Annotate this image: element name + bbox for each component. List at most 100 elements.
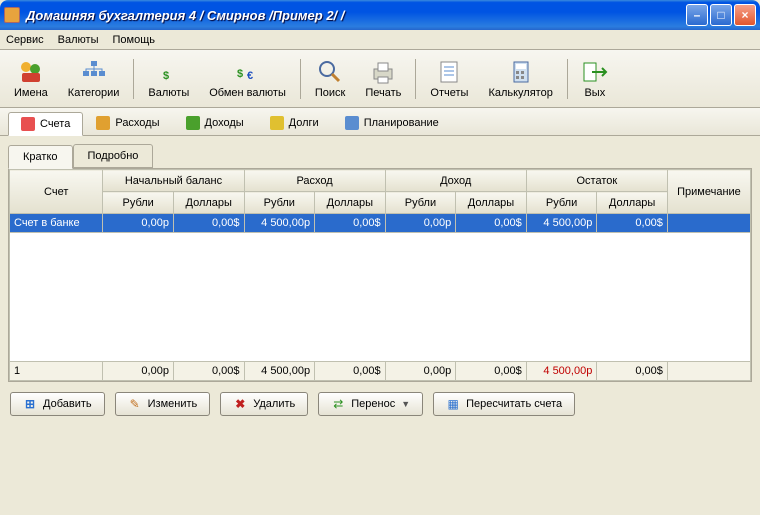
button-bar: ⊞ Добавить ✎ Изменить ✖ Удалить ⇄ Перено…: [8, 382, 752, 418]
transfer-button[interactable]: ⇄ Перенос ▼: [318, 392, 423, 416]
toolbar-reports[interactable]: Отчеты: [420, 55, 478, 103]
edit-button[interactable]: ✎ Изменить: [115, 392, 211, 416]
total-exp-usd: 0,00$: [315, 362, 386, 381]
maximize-button[interactable]: □: [710, 4, 732, 26]
toolbar-categories[interactable]: Категории: [58, 55, 130, 103]
content-area: Кратко Подробно Счет Начальный баланс Ра…: [0, 136, 760, 426]
total-rem-usd: 0,00$: [597, 362, 668, 381]
toolbar-names[interactable]: Имена: [4, 55, 58, 103]
toolbar-exit-label: Вых: [584, 87, 605, 99]
tab-debts-label: Долги: [289, 117, 319, 129]
accounts-grid: Счет Начальный баланс Расход Доход Остат…: [8, 168, 752, 382]
toolbar-currencies[interactable]: $ Валюты: [138, 55, 199, 103]
total-row: 1 0,00р 0,00$ 4 500,00р 0,00$ 0,00р 0,00…: [10, 362, 751, 381]
exit-icon: [582, 59, 608, 85]
col-start-balance[interactable]: Начальный баланс: [103, 170, 244, 192]
subtab-detail[interactable]: Подробно: [73, 144, 154, 168]
tab-debts[interactable]: Долги: [257, 111, 332, 135]
recalc-button-label: Пересчитать счета: [466, 398, 562, 410]
toolbar-currencies-label: Валюты: [148, 87, 189, 99]
total-rem-rub: 4 500,00р: [526, 362, 597, 381]
menu-service[interactable]: Сервис: [6, 34, 44, 46]
menu-help[interactable]: Помощь: [113, 34, 156, 46]
income-icon: [186, 116, 200, 130]
col-inc-usd[interactable]: Доллары: [456, 192, 527, 214]
col-expense[interactable]: Расход: [244, 170, 385, 192]
close-button[interactable]: ×: [734, 4, 756, 26]
toolbar-reports-label: Отчеты: [430, 87, 468, 99]
toolbar-calculator[interactable]: Калькулятор: [478, 55, 562, 103]
tab-planning[interactable]: Планирование: [332, 111, 452, 135]
menu-currencies[interactable]: Валюты: [58, 34, 99, 46]
tab-accounts[interactable]: Счета: [8, 112, 83, 136]
subtab-brief-label: Кратко: [23, 151, 58, 163]
table-row[interactable]: Счет в банке 0,00р 0,00$ 4 500,00р 0,00$…: [10, 214, 751, 233]
planning-icon: [345, 116, 359, 130]
chevron-down-icon: ▼: [401, 399, 410, 409]
tab-accounts-label: Счета: [40, 118, 70, 130]
tab-income-label: Доходы: [205, 117, 244, 129]
toolbar-exit[interactable]: Вых: [572, 55, 618, 103]
window-title: Домашняя бухгалтерия 4 / Смирнов /Пример…: [26, 8, 686, 23]
subtab-brief[interactable]: Кратко: [8, 145, 73, 169]
transfer-icon: ⇄: [331, 397, 345, 411]
col-start-usd[interactable]: Доллары: [173, 192, 244, 214]
col-inc-rub[interactable]: Рубли: [385, 192, 456, 214]
accounts-icon: [21, 117, 35, 131]
total-start-rub: 0,00р: [103, 362, 174, 381]
toolbar-print[interactable]: Печать: [355, 55, 411, 103]
delete-button[interactable]: ✖ Удалить: [220, 392, 308, 416]
printer-icon: [370, 59, 396, 85]
toolbar-search[interactable]: Поиск: [305, 55, 355, 103]
svg-text:$: $: [163, 70, 169, 82]
plus-icon: ⊞: [23, 397, 37, 411]
svg-text:€: €: [247, 70, 253, 82]
cell-account: Счет в банке: [10, 214, 103, 233]
toolbar-exchange[interactable]: $€ Обмен валюты: [199, 55, 296, 103]
toolbar-separator: [133, 59, 134, 99]
cell-inc-usd: 0,00$: [456, 214, 527, 233]
cell-rem-rub: 4 500,00р: [526, 214, 597, 233]
col-income[interactable]: Доход: [385, 170, 526, 192]
col-exp-usd[interactable]: Доллары: [315, 192, 386, 214]
cell-exp-usd: 0,00$: [315, 214, 386, 233]
tab-income[interactable]: Доходы: [173, 111, 257, 135]
add-button-label: Добавить: [43, 398, 92, 410]
cell-note: [667, 214, 750, 233]
main-tabbar: Счета Расходы Доходы Долги Планирование: [0, 108, 760, 136]
toolbar-calculator-label: Калькулятор: [488, 87, 552, 99]
menubar: Сервис Валюты Помощь: [0, 30, 760, 50]
total-inc-usd: 0,00$: [456, 362, 527, 381]
col-account[interactable]: Счет: [10, 170, 103, 214]
toolbar-separator: [567, 59, 568, 99]
col-start-rub[interactable]: Рубли: [103, 192, 174, 214]
tab-expenses[interactable]: Расходы: [83, 111, 172, 135]
recalc-icon: ▦: [446, 397, 460, 411]
cell-rem-usd: 0,00$: [597, 214, 668, 233]
toolbar-separator: [300, 59, 301, 99]
dollar-icon: $: [156, 59, 182, 85]
calculator-icon: [508, 59, 534, 85]
exchange-icon: $€: [235, 59, 261, 85]
transfer-button-label: Перенос: [351, 398, 395, 410]
toolbar-names-label: Имена: [14, 87, 48, 99]
cell-start-usd: 0,00$: [173, 214, 244, 233]
debts-icon: [270, 116, 284, 130]
titlebar: Домашняя бухгалтерия 4 / Смирнов /Пример…: [0, 0, 760, 30]
col-remainder[interactable]: Остаток: [526, 170, 667, 192]
total-exp-rub: 4 500,00р: [244, 362, 315, 381]
report-icon: [436, 59, 462, 85]
grid-empty-area[interactable]: [9, 233, 751, 361]
col-note[interactable]: Примечание: [667, 170, 750, 214]
col-rem-usd[interactable]: Доллары: [597, 192, 668, 214]
toolbar: Имена Категории $ Валюты $€ Обмен валюты…: [0, 50, 760, 108]
add-button[interactable]: ⊞ Добавить: [10, 392, 105, 416]
recalc-button[interactable]: ▦ Пересчитать счета: [433, 392, 575, 416]
col-exp-rub[interactable]: Рубли: [244, 192, 315, 214]
cell-inc-rub: 0,00р: [385, 214, 456, 233]
x-icon: ✖: [233, 397, 247, 411]
minimize-button[interactable]: –: [686, 4, 708, 26]
col-rem-rub[interactable]: Рубли: [526, 192, 597, 214]
cell-exp-rub: 4 500,00р: [244, 214, 315, 233]
tab-expenses-label: Расходы: [115, 117, 159, 129]
